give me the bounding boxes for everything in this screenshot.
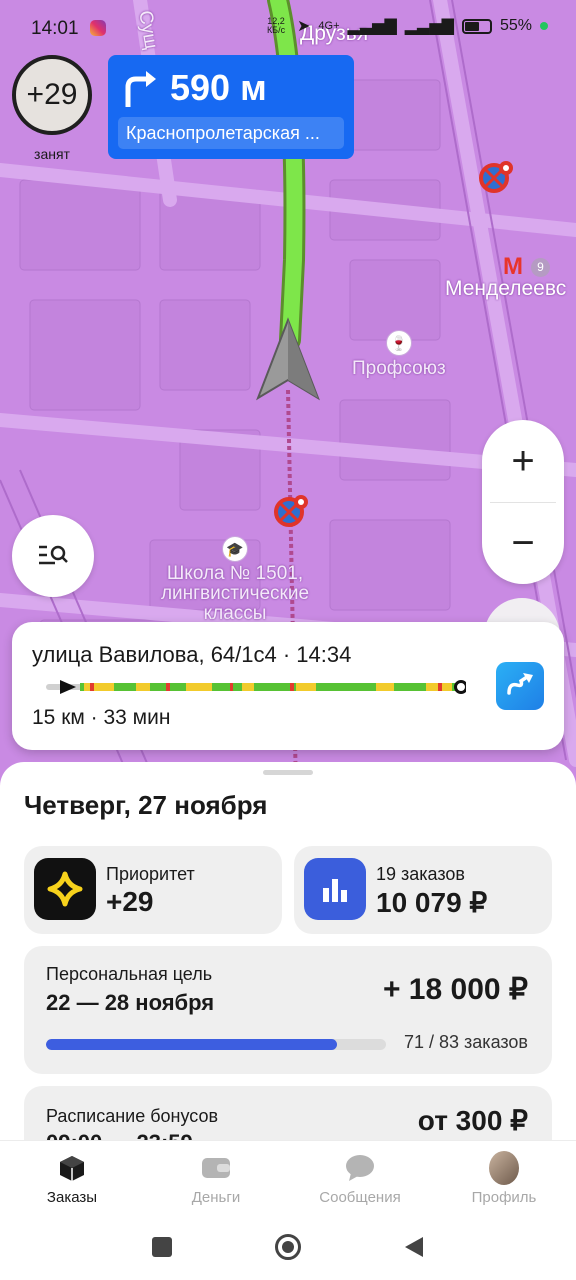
bottom-sheet[interactable]: Четверг, 27 ноября Приоритет +29 19 зака…	[0, 762, 576, 1140]
system-nav-bar	[0, 1216, 576, 1280]
traffic-camera-icon[interactable]	[273, 494, 311, 532]
graduation-cap-icon[interactable]: 🎓	[222, 536, 248, 562]
square-icon	[152, 1237, 172, 1257]
metro-line-badge: 9	[531, 258, 550, 277]
maneuver-distance: 590 м	[170, 67, 267, 108]
traffic-camera-icon[interactable]	[478, 160, 516, 198]
wine-glass-icon[interactable]: 🍷	[386, 330, 412, 356]
metro-icon: M	[503, 253, 523, 280]
signal-icon: ▂▃▅▇	[347, 18, 397, 35]
circle-icon	[275, 1234, 301, 1260]
status-dot	[540, 22, 548, 30]
tab-profile[interactable]: Профиль	[432, 1151, 576, 1206]
goal-amount: + 18 000 ₽	[382, 973, 528, 1006]
recent-apps-button[interactable]	[145, 1230, 179, 1264]
back-triangle-icon	[405, 1237, 423, 1257]
zoom-out-button[interactable]: −	[482, 502, 564, 584]
chat-icon	[345, 1153, 375, 1183]
navigator-button[interactable]	[496, 662, 544, 710]
bonus-time: 09:00 — 23:59	[46, 1130, 193, 1140]
route-distance-time: 15 км · 33 мин	[32, 706, 171, 729]
metro-station-label: Менделеевс	[445, 277, 567, 300]
personal-goal-card[interactable]: Персональная цель 22 — 28 ноября + 18 00…	[24, 946, 552, 1074]
route-destination: улица Вавилова, 64/1с4 · 14:34	[32, 642, 352, 667]
turn-right-icon	[125, 71, 156, 107]
poi-label: Профсоюз	[352, 358, 446, 379]
tab-label: Профиль	[471, 1189, 537, 1206]
battery-percent: 55%	[499, 17, 532, 34]
goal-progress-fill	[46, 1039, 337, 1050]
bonus-amount: от 300 ₽	[417, 1105, 528, 1136]
goal-progress-bar	[46, 1039, 386, 1050]
goal-progress-text: 71 / 83 заказов	[403, 1032, 528, 1052]
route-start-icon	[60, 680, 76, 694]
priority-star-icon	[34, 858, 96, 920]
status-bar: 14:01 12,2 КБ/с ➤ 4G+ ▂▃▅▇ ▂▃▅▇ 55%	[0, 0, 576, 52]
route-end-icon	[454, 680, 466, 694]
school-label: Школа № 1501, лингвистические классы	[160, 563, 310, 624]
car-position-icon	[256, 317, 320, 401]
tab-orders[interactable]: Заказы	[0, 1153, 144, 1206]
driver-status: занят	[34, 146, 70, 162]
orders-tile[interactable]: 19 заказов 10 079 ₽	[294, 846, 552, 934]
route-traffic-bar	[46, 680, 466, 694]
home-button[interactable]	[271, 1230, 305, 1264]
route-card[interactable]: улица Вавилова, 64/1с4 · 14:34 15 км · 3…	[12, 622, 564, 750]
orders-earnings: 10 079 ₽	[376, 887, 488, 918]
search-list-button[interactable]	[12, 515, 94, 597]
bonus-title: Расписание бонусов	[46, 1106, 219, 1126]
sheet-handle[interactable]	[263, 770, 313, 775]
back-button[interactable]	[397, 1230, 431, 1264]
avatar	[489, 1151, 519, 1185]
wallet-icon	[201, 1153, 231, 1183]
battery-icon	[461, 18, 492, 34]
search-list-icon	[39, 545, 68, 565]
wifi-icon: ➤	[297, 18, 311, 35]
tab-money[interactable]: Деньги	[144, 1153, 288, 1206]
instagram-notification-icon	[90, 20, 106, 36]
priority-badge[interactable]: +29	[12, 55, 92, 135]
bonus-schedule-card[interactable]: Расписание бонусов 09:00 — 23:59 от 300 …	[24, 1086, 552, 1140]
priority-value: +29	[106, 886, 154, 917]
goal-dates: 22 — 28 ноября	[46, 990, 215, 1015]
priority-label: Приоритет	[106, 864, 195, 884]
route-arrow-icon	[507, 673, 533, 695]
goal-title: Персональная цель	[46, 964, 213, 984]
signal-icon: ▂▃▅▇	[404, 18, 454, 35]
sheet-date-title: Четверг, 27 ноября	[24, 790, 268, 820]
tab-bar: Заказы Деньги Сообщения Профиль	[0, 1140, 576, 1216]
bar-chart-icon	[304, 858, 366, 920]
zoom-in-button[interactable]: +	[482, 420, 564, 502]
maneuver-card[interactable]: 590 м Краснопролетарская ...	[108, 55, 354, 159]
status-time: 14:01	[31, 18, 79, 39]
zoom-control: + −	[482, 420, 564, 584]
tab-label: Деньги	[191, 1189, 241, 1206]
network-type: 4G+	[318, 20, 340, 32]
maneuver-street: Краснопролетарская ...	[118, 117, 344, 149]
priority-tile[interactable]: Приоритет +29	[24, 846, 282, 934]
tab-label: Заказы	[46, 1189, 98, 1206]
cube-icon	[57, 1153, 87, 1183]
tab-messages[interactable]: Сообщения	[288, 1153, 432, 1206]
tab-label: Сообщения	[319, 1189, 401, 1206]
orders-count: 19 заказов	[376, 864, 465, 884]
network-speed: 12,2 КБ/с	[266, 16, 286, 35]
